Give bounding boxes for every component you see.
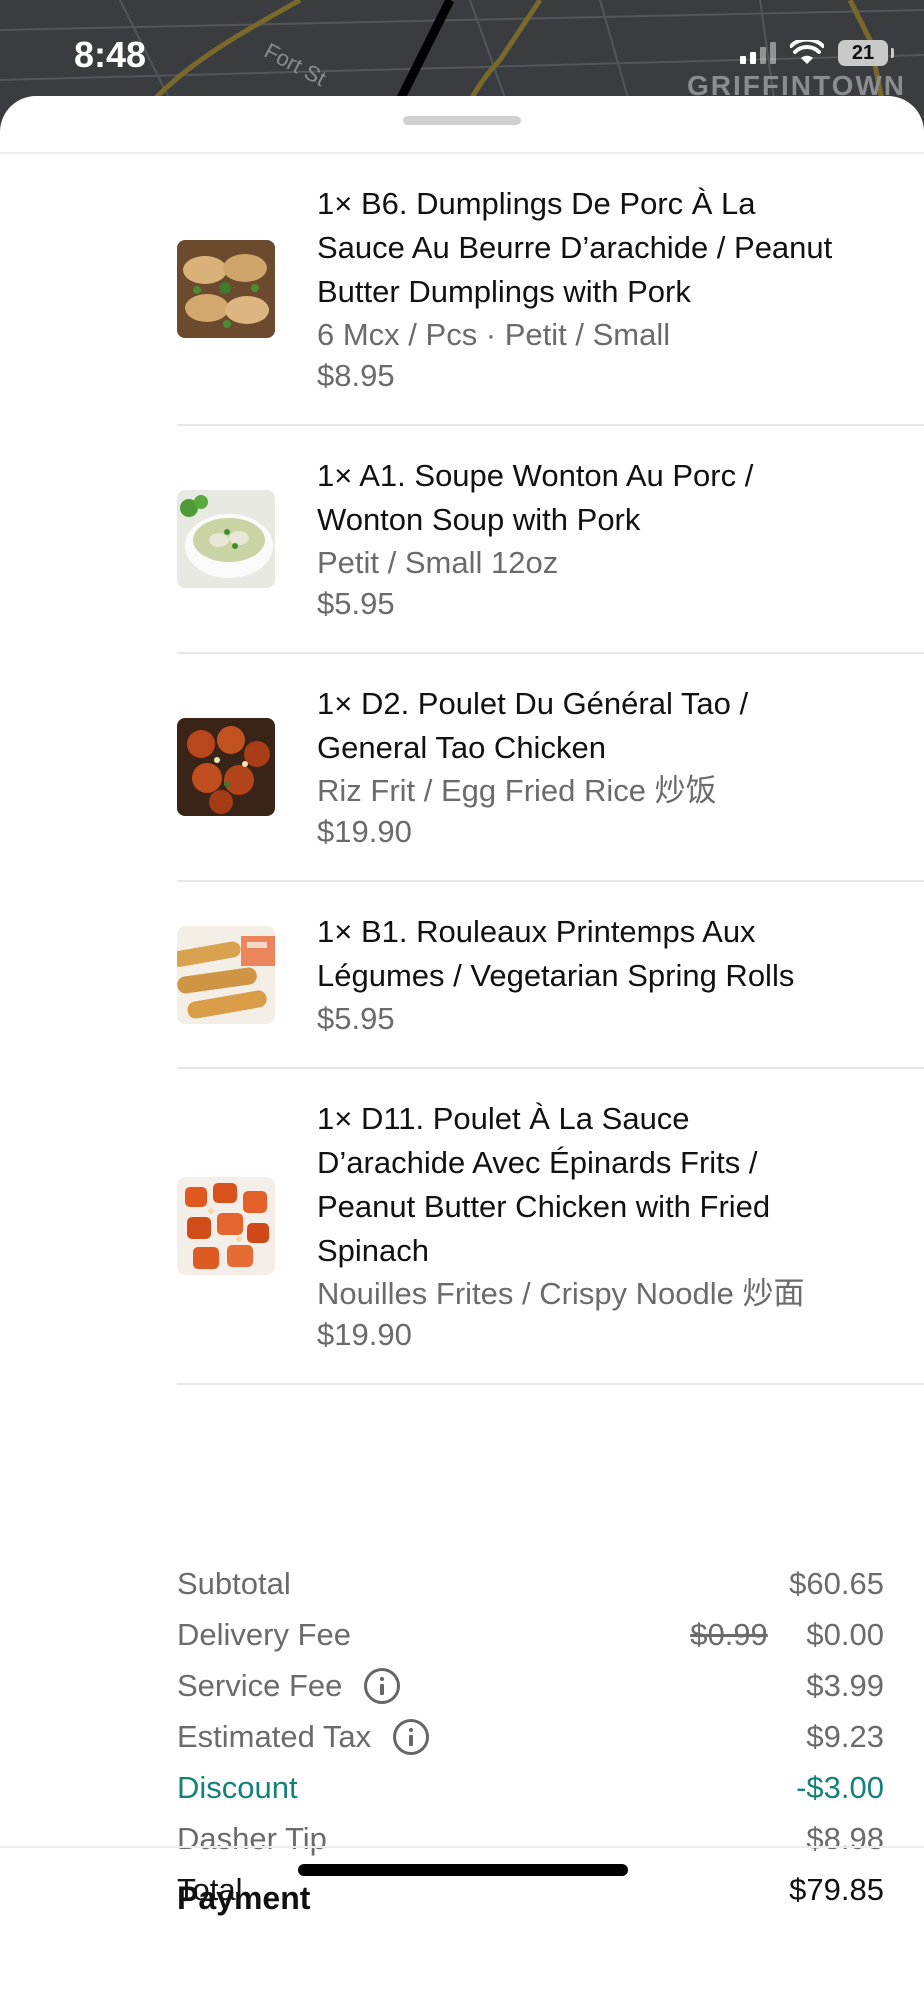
discount-label: Discount bbox=[177, 1769, 298, 1805]
battery-icon: 21 bbox=[838, 40, 894, 66]
service-fee-label: Service Fee bbox=[177, 1667, 343, 1703]
dumplings-image bbox=[177, 240, 275, 338]
item-price: $8.95 bbox=[317, 358, 395, 393]
list-item: 1× D2. Poulet Du Général Tao / General T… bbox=[177, 654, 924, 882]
item-name: 1× D2. Poulet Du Général Tao / General T… bbox=[317, 686, 749, 765]
subtotal-value: $60.65 bbox=[789, 1565, 884, 1601]
subtotal-row: Subtotal $60.65 bbox=[177, 1558, 884, 1609]
order-sheet: 1× B6. Dumplings De Porc À La Sauce Au B… bbox=[0, 96, 924, 2000]
order-items-list: 1× B6. Dumplings De Porc À La Sauce Au B… bbox=[0, 154, 924, 1385]
peanut-chicken-image bbox=[177, 1177, 275, 1275]
service-fee-row: Service Fee $3.99 bbox=[177, 1660, 884, 1711]
cellular-signal-icon bbox=[740, 42, 776, 64]
dasher-tip-label: Dasher Tip bbox=[177, 1820, 327, 1856]
estimated-tax-row: Estimated Tax $9.23 bbox=[177, 1711, 884, 1762]
delivery-fee-original: $0.99 bbox=[690, 1616, 768, 1652]
sheet-grabber-handle[interactable] bbox=[403, 116, 521, 125]
home-indicator[interactable] bbox=[298, 1864, 628, 1876]
delivery-fee-row: Delivery Fee $0.99 $0.00 bbox=[177, 1609, 884, 1660]
dasher-tip-value: $8.98 bbox=[806, 1820, 884, 1856]
list-item: 1× A1. Soupe Wonton Au Porc / Wonton Sou… bbox=[177, 426, 924, 654]
price-summary: Subtotal $60.65 Delivery Fee $0.99 $0.00… bbox=[177, 1558, 884, 1915]
list-item: 1× D11. Poulet À La Sauce D’arachide Ave… bbox=[177, 1069, 924, 1385]
item-name: 1× A1. Soupe Wonton Au Porc / Wonton Sou… bbox=[317, 458, 754, 537]
info-icon[interactable] bbox=[393, 1718, 430, 1755]
item-name: 1× B6. Dumplings De Porc À La Sauce Au B… bbox=[317, 186, 833, 309]
item-price: $5.95 bbox=[317, 1001, 395, 1036]
general-tao-chicken-image bbox=[177, 718, 275, 816]
delivery-fee-label: Delivery Fee bbox=[177, 1616, 351, 1652]
item-name: 1× D11. Poulet À La Sauce D’arachide Ave… bbox=[317, 1101, 771, 1268]
list-item: 1× B6. Dumplings De Porc À La Sauce Au B… bbox=[177, 154, 924, 426]
item-options: Riz Frit / Egg Fried Rice 炒饭 bbox=[317, 773, 717, 808]
estimated-tax-value: $9.23 bbox=[806, 1718, 884, 1754]
payment-heading: Payment bbox=[177, 1880, 311, 1916]
total-value: $79.85 bbox=[789, 1871, 884, 1907]
item-name: 1× B1. Rouleaux Printemps Aux Légumes / … bbox=[317, 914, 795, 993]
dasher-tip-row: Dasher Tip $8.98 bbox=[177, 1813, 884, 1864]
divider bbox=[0, 1846, 924, 1848]
item-options: 6 Mcx / Pcs · Petit / Small bbox=[317, 317, 671, 352]
wifi-icon bbox=[790, 40, 824, 64]
estimated-tax-label: Estimated Tax bbox=[177, 1718, 372, 1754]
item-price: $19.90 bbox=[317, 814, 412, 849]
service-fee-value: $3.99 bbox=[806, 1667, 884, 1703]
discount-value: -$3.00 bbox=[796, 1769, 884, 1805]
status-icons: 21 bbox=[740, 40, 894, 66]
item-price: $19.90 bbox=[317, 1317, 412, 1352]
info-icon[interactable] bbox=[364, 1667, 401, 1704]
wonton-soup-image bbox=[177, 490, 275, 588]
list-item: 1× B1. Rouleaux Printemps Aux Légumes / … bbox=[177, 882, 924, 1069]
item-options: Nouilles Frites / Crispy Noodle 炒面 bbox=[317, 1276, 805, 1311]
spring-rolls-image bbox=[177, 925, 275, 1024]
delivery-fee-value: $0.00 bbox=[806, 1616, 884, 1652]
item-options: Petit / Small 12oz bbox=[317, 545, 559, 580]
subtotal-label: Subtotal bbox=[177, 1565, 291, 1601]
item-price: $5.95 bbox=[317, 586, 395, 621]
status-time: 8:48 bbox=[74, 34, 147, 75]
discount-row: Discount -$3.00 bbox=[177, 1762, 884, 1813]
